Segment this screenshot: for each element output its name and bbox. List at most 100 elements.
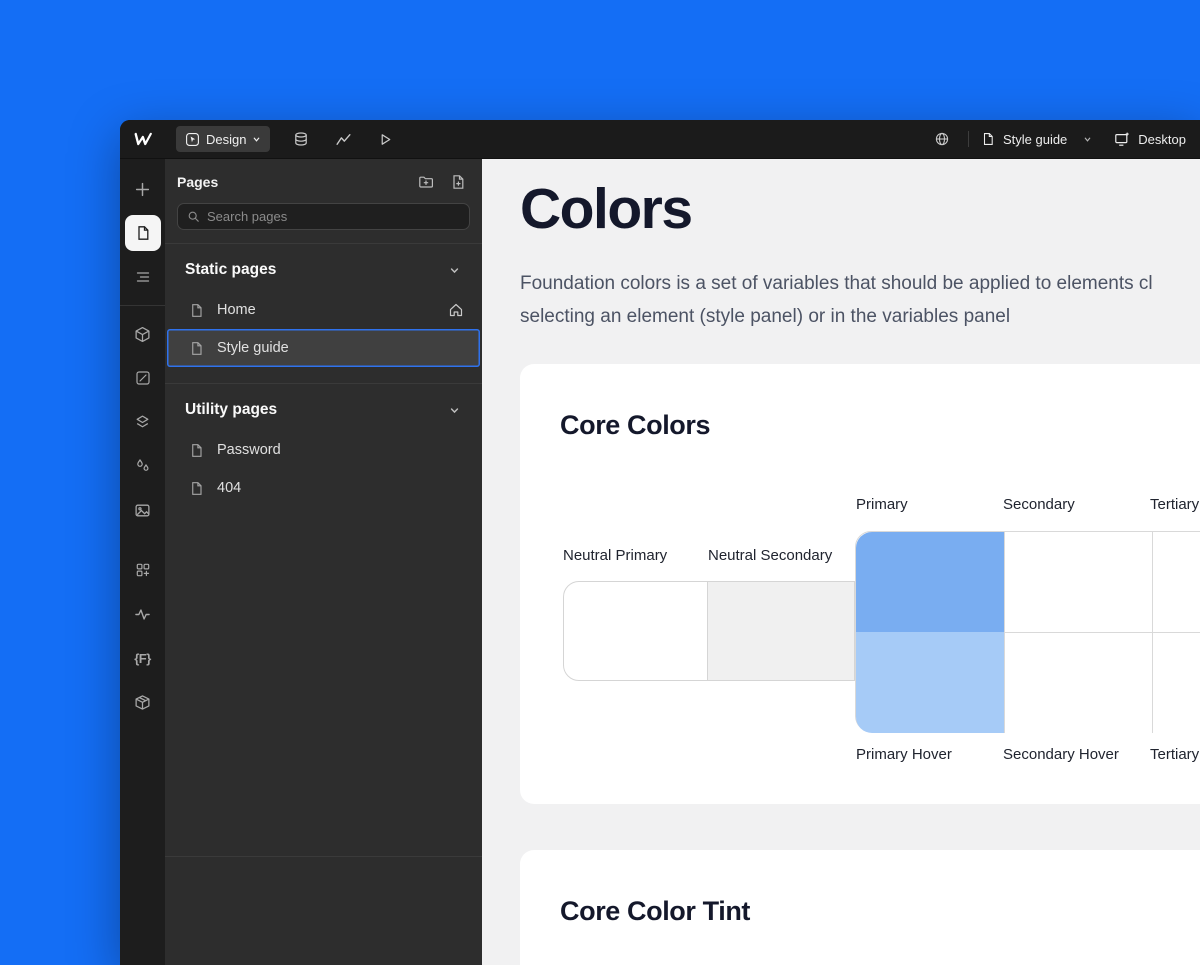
desktop-breakpoint-icon: [1114, 131, 1130, 147]
fonts-icon: {F}: [134, 651, 151, 666]
assets-image-icon: [134, 502, 151, 519]
breakpoint-selector[interactable]: Desktop: [1114, 131, 1186, 147]
package-box-icon: [134, 694, 151, 711]
page-selector[interactable]: Style guide: [981, 132, 1092, 147]
publish-globe-button[interactable]: [928, 120, 956, 158]
swatch-label-primary[interactable]: Primary: [856, 496, 908, 513]
rail-divider: [120, 305, 165, 306]
search-icon: [187, 210, 200, 223]
add-element-button[interactable]: [125, 171, 161, 207]
swatch-label-secondary-hover[interactable]: Secondary Hover: [1003, 746, 1119, 763]
chevron-down-icon: [252, 135, 261, 144]
page-description[interactable]: Foundation colors is a set of variables …: [520, 267, 1153, 333]
assets-button[interactable]: [125, 492, 161, 528]
page-title[interactable]: Colors: [520, 177, 692, 241]
chevron-down-icon: [449, 265, 460, 276]
grid-line: [1004, 632, 1200, 633]
static-pages-section: Static pages Home: [165, 244, 482, 383]
search-pages-input[interactable]: [207, 209, 460, 224]
chevron-down-icon: [1083, 135, 1092, 144]
page-item-label: Password: [217, 442, 281, 458]
cms-database-button[interactable]: [280, 120, 322, 158]
fonts-button[interactable]: {F}: [125, 640, 161, 676]
swatch-primary[interactable]: [856, 532, 1004, 633]
preview-button[interactable]: [364, 120, 406, 158]
navigator-button[interactable]: [125, 259, 161, 295]
section-label: Static pages: [185, 261, 276, 279]
topbar-divider: [968, 131, 969, 147]
page-item-label: Style guide: [217, 340, 289, 356]
section-static-pages[interactable]: Static pages: [165, 244, 482, 291]
packages-button[interactable]: [125, 684, 161, 720]
utility-pages-section: Utility pages Password: [165, 384, 482, 507]
apps-grid-icon: [135, 562, 151, 578]
navigator-icon: [135, 269, 151, 285]
chevron-down-icon: [449, 405, 460, 416]
swatch-label-primary-hover[interactable]: Primary Hover: [856, 746, 952, 763]
design-mode-label: Design: [206, 132, 246, 147]
canvas: Colors Foundation colors is a set of var…: [482, 159, 1200, 965]
new-page-icon: [450, 174, 466, 190]
home-icon: [448, 302, 464, 318]
page-item-404[interactable]: 404: [167, 469, 480, 507]
selectors-button[interactable]: [125, 404, 161, 440]
new-page-button[interactable]: [450, 174, 466, 190]
swatch-label-secondary[interactable]: Secondary: [1003, 496, 1075, 513]
page-icon: [189, 443, 204, 458]
swatch-secondary[interactable]: [1005, 533, 1152, 632]
webflow-logo[interactable]: [120, 132, 165, 146]
swatch-label-tertiary-hover[interactable]: Tertiary: [1150, 746, 1199, 763]
page-icon: [189, 303, 204, 318]
page-icon: [981, 132, 995, 146]
swatch-tertiary-hover[interactable]: [1153, 633, 1200, 732]
swatch-neutral-secondary[interactable]: [708, 581, 855, 681]
page-icon: [189, 481, 204, 496]
topbar-tools: [280, 120, 406, 158]
swatch-label-neutral-secondary[interactable]: Neutral Secondary: [708, 547, 832, 564]
interactions-button[interactable]: [125, 596, 161, 632]
new-folder-icon: [418, 174, 434, 190]
core-color-tint-card[interactable]: Core Color Tint: [520, 850, 1200, 965]
interactions-pulse-icon: [134, 606, 151, 623]
section-utility-pages[interactable]: Utility pages: [165, 384, 482, 431]
components-button[interactable]: [125, 316, 161, 352]
page-item-password[interactable]: Password: [167, 431, 480, 469]
apps-button[interactable]: [125, 552, 161, 588]
core-colors-title[interactable]: Core Colors: [560, 408, 710, 442]
search-pages: [177, 203, 470, 230]
pages-icon: [135, 225, 151, 241]
analytics-chart-icon: [335, 131, 352, 148]
page-icon: [189, 341, 204, 356]
cms-database-icon: [293, 131, 309, 147]
pages-panel-button[interactable]: [125, 215, 161, 251]
page-item-style-guide[interactable]: Style guide: [167, 329, 480, 367]
core-color-tint-title[interactable]: Core Color Tint: [560, 894, 750, 928]
description-line: selecting an element (style panel) or in…: [520, 300, 1153, 333]
topbar-right: Style guide Desktop: [928, 120, 1200, 158]
variables-button[interactable]: [125, 448, 161, 484]
swatch-tertiary[interactable]: [1153, 533, 1200, 632]
variables-droplets-icon: [135, 458, 151, 474]
page-selector-label: Style guide: [1003, 132, 1067, 147]
swatch-label-tertiary[interactable]: Tertiary: [1150, 496, 1199, 513]
breakpoint-label: Desktop: [1138, 132, 1186, 147]
layers-icon: [134, 414, 151, 431]
swatch-secondary-hover[interactable]: [1005, 633, 1152, 732]
components-cube-icon: [134, 326, 151, 343]
core-colors-grid: [855, 531, 1200, 732]
swatch-primary-hover[interactable]: [856, 632, 1004, 733]
webflow-logo-icon: [132, 132, 153, 146]
style-manager-button[interactable]: [125, 360, 161, 396]
swatch-label-neutral-primary[interactable]: Neutral Primary: [563, 547, 667, 564]
new-folder-button[interactable]: [418, 174, 434, 190]
preview-play-icon: [378, 132, 393, 147]
design-mode-button[interactable]: Design: [176, 126, 270, 152]
pages-panel: Pages: [165, 159, 482, 965]
page-item-home[interactable]: Home: [167, 291, 480, 329]
pages-panel-title: Pages: [177, 174, 418, 190]
swatch-neutral-primary[interactable]: [563, 581, 708, 681]
core-colors-card[interactable]: Core Colors Primary Secondary Tertiary N…: [520, 364, 1200, 804]
workspace: {F} Pages: [120, 159, 1200, 965]
analytics-button[interactable]: [322, 120, 364, 158]
description-line: Foundation colors is a set of variables …: [520, 267, 1153, 300]
